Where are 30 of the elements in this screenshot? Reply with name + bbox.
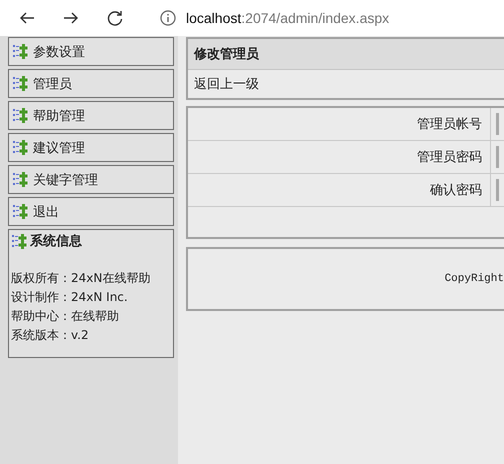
menu-item[interactable]: 管理员 bbox=[8, 69, 174, 98]
back-link[interactable]: 返回上一级 bbox=[194, 75, 259, 93]
info-icon[interactable] bbox=[160, 10, 176, 26]
reload-icon[interactable] bbox=[106, 9, 124, 27]
menu-item[interactable]: 建议管理 bbox=[8, 133, 174, 162]
info-text: 版权所有：24xN在线帮助 bbox=[11, 270, 152, 287]
menu-item[interactable]: 退出 bbox=[8, 197, 174, 226]
input-field[interactable] bbox=[496, 113, 499, 135]
tree-add-icon bbox=[12, 171, 29, 188]
address-field[interactable]: localhost:2074/admin/index.aspx bbox=[186, 10, 390, 26]
tree-add-icon bbox=[12, 203, 29, 220]
info-text: 帮助中心：在线帮助 bbox=[11, 308, 120, 325]
tree-add-icon bbox=[12, 43, 29, 60]
input-field[interactable] bbox=[496, 146, 499, 168]
page-title: 修改管理员 bbox=[194, 46, 259, 63]
panel-title: 系统信息 bbox=[30, 232, 82, 250]
field-label: 确认密码 bbox=[430, 182, 482, 199]
input-field[interactable] bbox=[496, 179, 499, 201]
menu-item[interactable]: 帮助管理 bbox=[8, 101, 174, 130]
tree-add-icon bbox=[11, 232, 28, 250]
tree-add-icon bbox=[12, 75, 29, 92]
field-label: 管理员帐号 bbox=[417, 116, 482, 133]
field-label: 管理员密码 bbox=[417, 149, 482, 166]
info-text: 系统版本：v.2 bbox=[11, 327, 90, 344]
tree-add-icon bbox=[12, 139, 29, 156]
copyright-text: CopyRight bbox=[444, 273, 504, 285]
menu-item[interactable]: 关键字管理 bbox=[8, 165, 174, 194]
info-text: 设计制作：24xN Inc. bbox=[11, 289, 129, 306]
tree-add-icon bbox=[12, 107, 29, 124]
menu-item[interactable]: 参数设置 bbox=[8, 37, 174, 66]
